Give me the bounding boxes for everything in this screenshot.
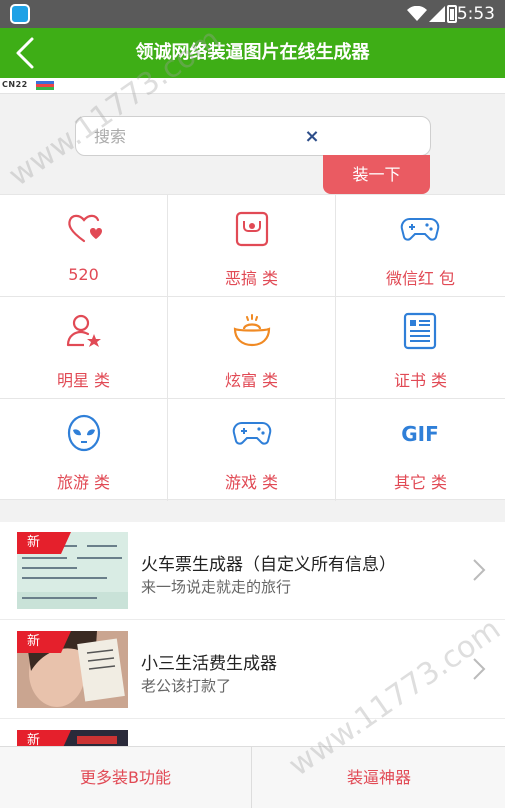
category-label: 恶搞 类	[224, 269, 279, 288]
list-item[interactable]: 新 火车票生成器（自定义所有信息） 来一场说走就走的旅行	[0, 522, 505, 620]
ticket-thumbnail: 新	[17, 532, 128, 609]
search-box: ×	[75, 116, 431, 156]
certificate-icon	[403, 312, 437, 350]
item-subtitle: 老公该打款了	[141, 677, 232, 695]
category-label: 520	[68, 265, 99, 284]
search-area: × 装一下	[0, 94, 505, 194]
category-grid: 520 恶搞 类 微信红 包 明星 类 炫富 类 证书 类 旅游 类 游戏 类 …	[0, 194, 505, 501]
category-celebrity[interactable]: 明星 类	[0, 297, 168, 399]
clear-icon[interactable]: ×	[302, 127, 322, 147]
category-game[interactable]: 游戏 类	[168, 399, 336, 501]
gold-ingot-icon	[233, 314, 271, 347]
svg-text:GIF: GIF	[401, 422, 439, 446]
chevron-right-icon	[473, 559, 486, 581]
alien-icon	[67, 414, 101, 452]
category-wealth[interactable]: 炫富 类	[168, 297, 336, 399]
battery-icon	[447, 5, 457, 23]
chevron-right-icon	[473, 658, 486, 680]
signal-icon	[429, 6, 445, 22]
photo-thumbnail: 新	[17, 631, 128, 708]
category-520[interactable]: 520	[0, 195, 168, 297]
gamepad-icon	[232, 422, 272, 445]
bottom-bar: 更多装B功能 装逼神器	[0, 746, 505, 808]
page-title: 领诚网络装逼图片在线生成器	[135, 42, 370, 63]
category-label: 证书 类	[393, 371, 448, 390]
new-badge: 新	[17, 631, 71, 653]
category-label: 其它 类	[393, 473, 448, 492]
category-certificate[interactable]: 证书 类	[336, 297, 505, 399]
ad-banner[interactable]: CN22	[0, 78, 505, 94]
category-label: 游戏 类	[224, 473, 279, 492]
heart-icon	[68, 214, 102, 243]
app-header: 领诚网络装逼图片在线生成器	[0, 28, 505, 78]
category-wechat-redpack[interactable]: 微信红 包	[336, 195, 505, 297]
list-item[interactable]: 新 小三生活费生成器 老公该打款了	[0, 621, 505, 719]
category-label: 旅游 类	[56, 473, 111, 492]
category-label: 炫富 类	[224, 371, 279, 390]
item-title: 小三生活费生成器	[141, 654, 277, 674]
category-label: 明星 类	[56, 371, 111, 390]
person-star-icon	[66, 314, 101, 347]
search-input[interactable]	[94, 125, 294, 147]
flag-icon	[36, 81, 54, 90]
more-features-button[interactable]: 更多装B功能	[0, 747, 252, 808]
new-badge: 新	[17, 532, 71, 554]
status-bar: 5:53	[0, 0, 505, 28]
category-other[interactable]: GIF 其它 类	[336, 399, 505, 501]
gamepad-icon	[400, 218, 440, 241]
banner-logo-text: CN22	[2, 80, 28, 89]
box-icon	[235, 211, 269, 247]
tools-button[interactable]: 装逼神器	[253, 747, 505, 808]
generator-list: 新 火车票生成器（自定义所有信息） 来一场说走就走的旅行 新 小三生活费生成器 …	[0, 522, 505, 750]
wifi-icon	[407, 6, 427, 21]
gif-icon: GIF	[401, 422, 439, 446]
app-notification-icon	[10, 4, 30, 24]
status-time: 5:53	[456, 4, 495, 24]
item-subtitle: 来一场说走就走的旅行	[141, 578, 292, 596]
item-title: 火车票生成器（自定义所有信息）	[141, 555, 396, 575]
category-label: 微信红 包	[385, 269, 456, 288]
category-spoof[interactable]: 恶搞 类	[168, 195, 336, 297]
submit-button[interactable]: 装一下	[323, 155, 430, 194]
category-travel[interactable]: 旅游 类	[0, 399, 168, 501]
